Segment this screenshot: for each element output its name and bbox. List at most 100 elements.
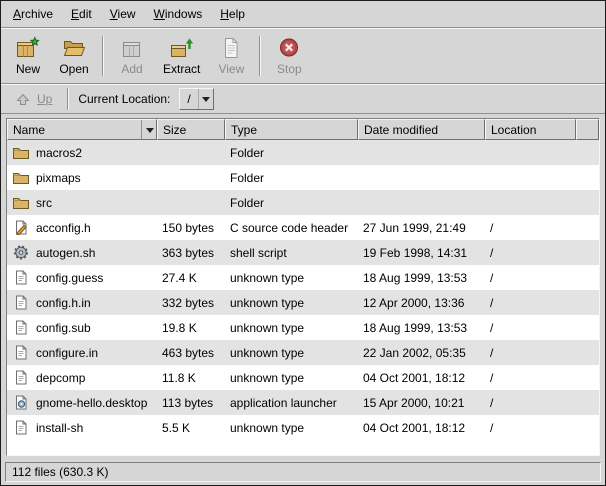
- file-size: 150 bytes: [157, 215, 225, 240]
- column-header-date-modified[interactable]: Date modified: [358, 119, 485, 140]
- file-name: acconfig.h: [36, 221, 91, 235]
- table-row[interactable]: acconfig.h 150 bytes C source code heade…: [7, 215, 599, 240]
- folder-icon: [12, 170, 30, 185]
- file-name: config.guess: [36, 271, 103, 285]
- file-date-modified: 27 Jun 1999, 21:49: [358, 215, 485, 240]
- file-size: 19.8 K: [157, 315, 225, 340]
- file-type: application launcher: [225, 390, 358, 415]
- new-button[interactable]: New: [5, 33, 51, 79]
- file-location: /: [485, 240, 576, 265]
- menu-archive[interactable]: Archive: [4, 2, 62, 26]
- add-files-icon: [119, 36, 145, 60]
- file-type: unknown type: [225, 290, 358, 315]
- open-archive-icon: [61, 36, 87, 60]
- table-row[interactable]: configure.in 463 bytes unknown type 22 J…: [7, 340, 599, 365]
- extract-archive-icon: [169, 36, 195, 60]
- table-row[interactable]: macros2 Folder: [7, 140, 599, 165]
- file-location: /: [485, 340, 576, 365]
- status-box: 112 files (630.3 K): [5, 462, 601, 482]
- open-button[interactable]: Open: [51, 33, 97, 79]
- menu-view[interactable]: View: [101, 2, 145, 26]
- sort-dropdown-icon[interactable]: [141, 120, 154, 139]
- file-size: 11.8 K: [157, 365, 225, 390]
- file-date-modified: 15 Apr 2000, 10:21: [358, 390, 485, 415]
- file-date-modified: 19 Feb 1998, 14:31: [358, 240, 485, 265]
- menubar: Archive Edit View Windows Help: [1, 1, 605, 28]
- table-row[interactable]: config.guess 27.4 K unknown type 18 Aug …: [7, 265, 599, 290]
- new-button-label: New: [16, 62, 40, 76]
- file-location: /: [485, 390, 576, 415]
- folder-icon: [12, 145, 30, 160]
- column-header-name[interactable]: Name: [7, 119, 157, 140]
- file-date-modified: 22 Jan 2002, 05:35: [358, 340, 485, 365]
- file-size: 5.5 K: [157, 415, 225, 440]
- file-name: configure.in: [36, 346, 98, 360]
- file-name: gnome-hello.desktop: [36, 396, 147, 410]
- column-header-size[interactable]: Size: [157, 119, 225, 140]
- text-file-icon: [12, 370, 30, 385]
- chevron-down-icon[interactable]: [198, 89, 213, 109]
- script-file-icon: [12, 245, 30, 260]
- file-date-modified: [358, 140, 485, 165]
- text-file-icon: [12, 320, 30, 335]
- table-row[interactable]: install-sh 5.5 K unknown type 04 Oct 200…: [7, 415, 599, 440]
- file-date-modified: 12 Apr 2000, 13:36: [358, 290, 485, 315]
- stop-button: Stop: [266, 33, 312, 79]
- location-bar: Up Current Location: /: [1, 84, 605, 114]
- table-row[interactable]: pixmaps Folder: [7, 165, 599, 190]
- file-date-modified: 18 Aug 1999, 13:53: [358, 265, 485, 290]
- file-type: Folder: [225, 165, 358, 190]
- file-type: shell script: [225, 240, 358, 265]
- file-name: pixmaps: [36, 171, 81, 185]
- table-header: Name Size Type Date modified Location: [7, 119, 599, 140]
- table-body: macros2 Folder pixmaps Folder src Folder…: [7, 140, 599, 455]
- file-date-modified: [358, 165, 485, 190]
- text-file-icon: [12, 295, 30, 310]
- table-row[interactable]: src Folder: [7, 190, 599, 215]
- file-type: Folder: [225, 140, 358, 165]
- status-text: 112 files (630.3 K): [12, 465, 109, 479]
- launcher-file-icon: [12, 395, 30, 410]
- toolbar: New Open Add Extract View Stop: [1, 28, 605, 84]
- archive-manager-window: Archive Edit View Windows Help New Open …: [0, 0, 606, 486]
- add-button: Add: [109, 33, 155, 79]
- menu-edit[interactable]: Edit: [62, 2, 101, 26]
- column-header-name-label: Name: [13, 123, 45, 137]
- table-row[interactable]: gnome-hello.desktop 113 bytes applicatio…: [7, 390, 599, 415]
- file-name: depcomp: [36, 371, 85, 385]
- up-arrow-icon: [14, 92, 32, 107]
- column-header-location[interactable]: Location: [485, 119, 576, 140]
- file-date-modified: 04 Oct 2001, 18:12: [358, 365, 485, 390]
- view-file-icon: [218, 36, 244, 60]
- column-header-type[interactable]: Type: [225, 119, 358, 140]
- location-value: /: [180, 89, 197, 109]
- file-size: 463 bytes: [157, 340, 225, 365]
- file-date-modified: 18 Aug 1999, 13:53: [358, 315, 485, 340]
- extract-button-label: Extract: [163, 62, 200, 76]
- file-type: Folder: [225, 190, 358, 215]
- text-file-icon: [12, 345, 30, 360]
- table-row[interactable]: depcomp 11.8 K unknown type 04 Oct 2001,…: [7, 365, 599, 390]
- menu-help[interactable]: Help: [211, 2, 254, 26]
- extract-button[interactable]: Extract: [155, 33, 208, 79]
- menu-windows[interactable]: Windows: [145, 2, 212, 26]
- file-date-modified: 04 Oct 2001, 18:12: [358, 415, 485, 440]
- file-size: 27.4 K: [157, 265, 225, 290]
- file-name: macros2: [36, 146, 82, 160]
- file-table: Name Size Type Date modified Location ma…: [6, 118, 600, 456]
- file-location: [485, 165, 576, 190]
- file-type: unknown type: [225, 315, 358, 340]
- view-button: View: [208, 33, 254, 79]
- table-row[interactable]: config.h.in 332 bytes unknown type 12 Ap…: [7, 290, 599, 315]
- text-file-icon: [12, 270, 30, 285]
- location-dropdown[interactable]: /: [179, 88, 213, 110]
- view-button-label: View: [218, 62, 244, 76]
- file-size: [157, 190, 225, 215]
- toolbar-separator: [102, 36, 104, 76]
- file-size: 332 bytes: [157, 290, 225, 315]
- c-source-file-icon: [12, 220, 30, 235]
- table-row[interactable]: autogen.sh 363 bytes shell script 19 Feb…: [7, 240, 599, 265]
- file-location: [485, 140, 576, 165]
- stop-icon: [276, 36, 302, 60]
- table-row[interactable]: config.sub 19.8 K unknown type 18 Aug 19…: [7, 315, 599, 340]
